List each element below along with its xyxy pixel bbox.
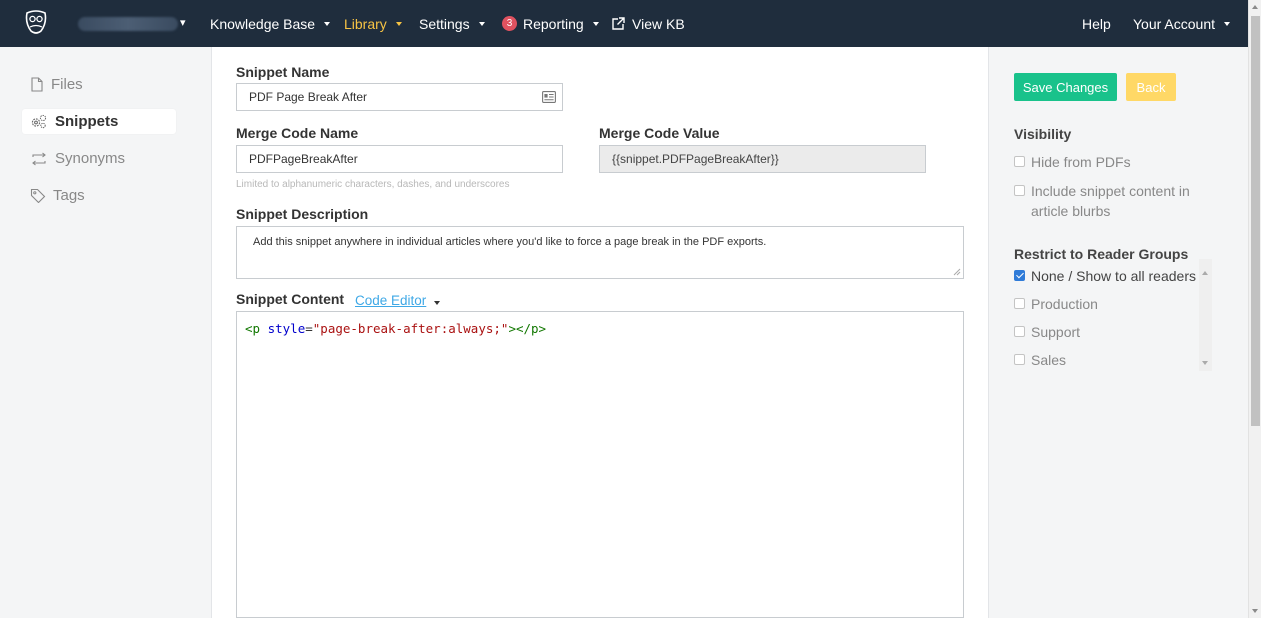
group-production-checkbox[interactable]: Production: [1014, 294, 1098, 314]
owl-logo-icon[interactable]: [24, 10, 48, 36]
snippet-name-value: PDF Page Break After: [249, 90, 368, 104]
reporting-count-badge: 3: [502, 16, 517, 31]
snippet-content-label: Snippet Content: [236, 291, 345, 307]
sidebar-item-label: Synonyms: [55, 150, 126, 167]
save-changes-button[interactable]: Save Changes: [1014, 73, 1117, 101]
snippet-description-value: Add this snippet anywhere in individual …: [253, 236, 767, 248]
group-label: None / Show to all readers: [1031, 268, 1196, 284]
nav-reporting[interactable]: 3 Reporting: [502, 0, 599, 47]
code-line-1: <p style="page-break-after:always;"></p>: [245, 321, 546, 336]
nav-settings[interactable]: Settings: [419, 0, 485, 47]
address-card-icon[interactable]: [542, 91, 556, 103]
checkbox-box[interactable]: [1014, 298, 1025, 309]
caret-down-icon: [478, 21, 485, 26]
account-brand-name[interactable]: [78, 17, 178, 31]
group-support-checkbox[interactable]: Support: [1014, 322, 1080, 342]
scroll-down-icon[interactable]: [1202, 361, 1208, 365]
code-equals: =: [305, 321, 313, 336]
snippet-description-textarea[interactable]: Add this snippet anywhere in individual …: [236, 226, 964, 279]
sidebar-item-files[interactable]: Files: [22, 72, 176, 97]
snippet-edit-form: Snippet Name PDF Page Break After Merge …: [212, 47, 988, 618]
nav-reporting-label: Reporting: [523, 15, 584, 32]
visibility-heading: Visibility: [1014, 126, 1072, 142]
code-attr-name: style: [267, 321, 306, 336]
code-close-tag: </p>: [515, 321, 547, 336]
top-navbar: ▾ Knowledge Base Library Settings 3 Repo…: [0, 0, 1248, 47]
caret-down-icon: [324, 21, 331, 26]
snippet-options-panel: Save Changes Back Visibility Hide from P…: [988, 47, 1248, 618]
checkbox-box[interactable]: [1014, 354, 1025, 365]
group-label: Support: [1031, 324, 1081, 340]
merge-code-value-field[interactable]: {{snippet.PDFPageBreakAfter}}: [599, 145, 926, 173]
checkbox-box[interactable]: [1014, 326, 1025, 337]
snippet-description-label: Snippet Description: [236, 206, 369, 222]
caret-down-icon: [592, 21, 599, 26]
sidebar-item-label: Files: [51, 76, 83, 93]
resize-handle-icon[interactable]: [953, 268, 961, 276]
sidebar-item-synonyms[interactable]: Synonyms: [22, 146, 176, 171]
merge-code-value-text: {{snippet.PDFPageBreakAfter}}: [612, 152, 779, 166]
nav-your-account-label: Your Account: [1133, 15, 1215, 32]
hide-from-pdfs-label: Hide from PDFs: [1031, 154, 1131, 170]
merge-code-value-label: Merge Code Value: [599, 125, 720, 141]
scroll-up-icon[interactable]: [1202, 271, 1208, 275]
nav-library-label: Library: [344, 15, 387, 32]
group-none-checkbox[interactable]: None / Show to all readers: [1014, 266, 1196, 286]
caret-down-icon[interactable]: [434, 301, 440, 305]
include-in-blurbs-label: Include snippet content in article blurb…: [1031, 183, 1190, 219]
gears-icon: [31, 114, 47, 129]
nav-view-kb-label: View KB: [632, 15, 685, 32]
merge-code-name-input[interactable]: PDFPageBreakAfter: [236, 145, 563, 173]
group-label: Sales: [1031, 352, 1067, 368]
code-open-tag: <p: [245, 321, 261, 336]
hide-from-pdfs-checkbox[interactable]: Hide from PDFs: [1014, 152, 1131, 172]
merge-code-name-label: Merge Code Name: [236, 125, 359, 141]
nav-knowledge-base[interactable]: Knowledge Base: [210, 0, 331, 47]
sidebar-item-tags[interactable]: Tags: [22, 183, 176, 208]
file-icon: [31, 77, 43, 92]
merge-code-name-value: PDFPageBreakAfter: [249, 152, 358, 166]
reader-groups-heading: Restrict to Reader Groups: [1014, 246, 1189, 262]
nav-help[interactable]: Help: [1082, 0, 1111, 47]
caret-down-icon: [1224, 21, 1230, 26]
checkbox-box[interactable]: [1014, 156, 1025, 167]
external-link-icon: [612, 17, 625, 30]
sidebar-item-label: Snippets: [55, 113, 119, 130]
sidebar-item-snippets[interactable]: Snippets: [22, 109, 176, 134]
merge-code-hint: Limited to alphanumeric characters, dash…: [236, 179, 510, 190]
sidebar-item-label: Tags: [53, 187, 85, 204]
caret-down-icon: [395, 21, 402, 26]
nav-library[interactable]: Library: [344, 0, 402, 47]
back-button[interactable]: Back: [1126, 73, 1176, 101]
snippet-name-label: Snippet Name: [236, 64, 330, 80]
repeat-icon: [32, 152, 46, 165]
nav-settings-label: Settings: [419, 15, 470, 32]
page-scrollbar[interactable]: [1248, 0, 1261, 618]
brand-caret-icon[interactable]: ▾: [180, 16, 186, 29]
nav-your-account[interactable]: Your Account: [1133, 0, 1230, 47]
group-label: Production: [1031, 296, 1098, 312]
include-in-blurbs-checkbox[interactable]: Include snippet content in article blurb…: [1014, 181, 1204, 221]
scroll-down-icon[interactable]: [1252, 609, 1258, 613]
checkbox-box[interactable]: [1014, 185, 1025, 196]
snippet-code-editor[interactable]: <p style="page-break-after:always;"></p>: [236, 311, 964, 618]
group-sales-checkbox[interactable]: Sales: [1014, 350, 1066, 370]
checkbox-box[interactable]: [1014, 270, 1025, 281]
scroll-up-icon[interactable]: [1252, 5, 1258, 9]
scrollbar-thumb[interactable]: [1251, 16, 1260, 426]
code-close-open: >: [508, 321, 516, 336]
reader-groups-scrollbar[interactable]: [1199, 259, 1212, 371]
nav-help-label: Help: [1082, 15, 1111, 32]
code-attr-value: "page-break-after:always;": [312, 321, 509, 336]
snippet-name-input[interactable]: PDF Page Break After: [236, 83, 563, 111]
nav-view-kb[interactable]: View KB: [611, 0, 685, 47]
nav-knowledge-base-label: Knowledge Base: [210, 15, 316, 32]
library-sidebar: Files Snippets Synonyms Tags: [0, 47, 212, 618]
code-editor-link: Code Editor: [355, 293, 427, 308]
code-editor-dropdown[interactable]: Code Editor: [355, 293, 426, 308]
tag-icon: [30, 188, 46, 203]
